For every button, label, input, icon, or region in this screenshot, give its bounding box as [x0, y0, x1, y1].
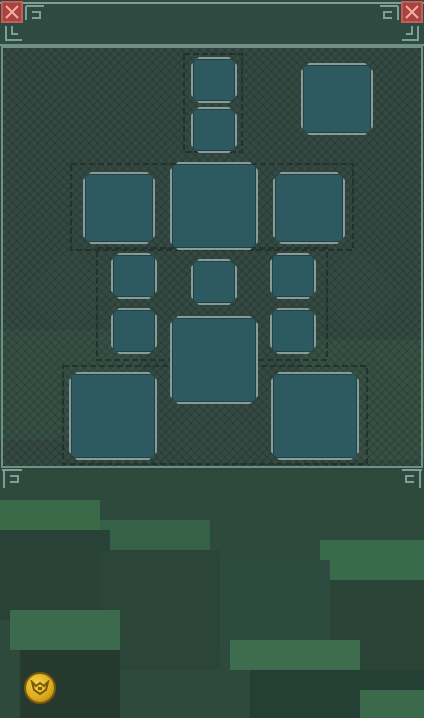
equip-slot-waist[interactable] — [170, 316, 258, 404]
corner-ornament-icon — [2, 469, 22, 488]
corner-ornament-icon — [5, 26, 22, 41]
corner-ornament-icon — [380, 5, 399, 20]
equip-slot-neck[interactable] — [191, 259, 237, 305]
equip-slot-left-foot[interactable] — [69, 372, 157, 460]
corner-ornament-icon — [25, 5, 44, 20]
equip-slot-chest[interactable] — [170, 162, 258, 250]
equip-slot-right-hand[interactable] — [270, 308, 316, 354]
equip-slot-right-shoulder[interactable] — [273, 172, 345, 244]
equip-slot-right-foot[interactable] — [271, 372, 359, 460]
top-bar — [0, 0, 424, 46]
corner-ornament-icon — [402, 469, 422, 488]
equipment-panel — [1, 46, 423, 468]
equip-slot-head[interactable] — [191, 107, 237, 153]
equip-slot-extra[interactable] — [301, 63, 373, 135]
close-button-left[interactable] — [1, 1, 23, 23]
equip-slot-left-upper-arm[interactable] — [111, 253, 157, 299]
gold-coin-face-icon — [30, 680, 50, 696]
equip-slot-left-shoulder[interactable] — [83, 172, 155, 244]
gold-coin-button[interactable] — [24, 672, 56, 704]
close-button-right[interactable] — [401, 1, 423, 23]
corner-ornament-icon — [402, 26, 419, 41]
equip-slot-head-top[interactable] — [191, 57, 237, 103]
close-x-icon — [5, 5, 19, 19]
equip-slot-left-hand[interactable] — [111, 308, 157, 354]
close-x-icon — [405, 5, 419, 19]
equip-slot-right-upper-arm[interactable] — [270, 253, 316, 299]
